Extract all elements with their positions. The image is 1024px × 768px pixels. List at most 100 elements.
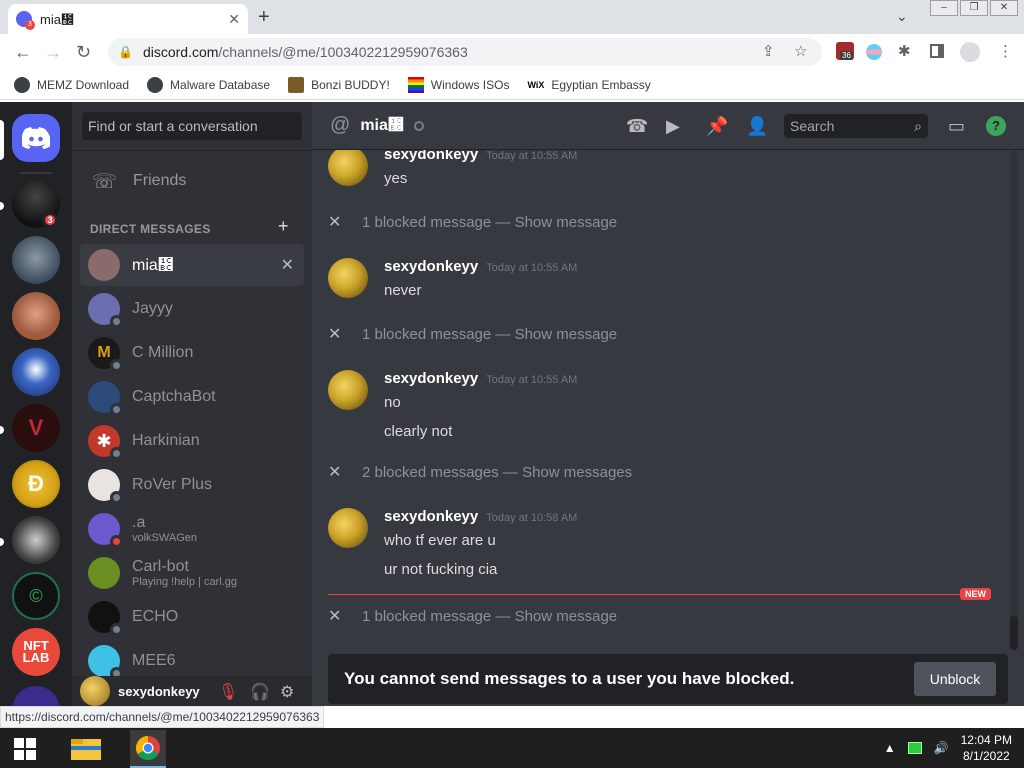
tab-close-icon[interactable]: ✕ [228, 11, 240, 28]
headphones-icon[interactable]: 🎧 [250, 682, 270, 702]
close-dm-icon[interactable]: ✕ [281, 255, 294, 275]
pride-extension-icon[interactable] [866, 44, 882, 60]
valorant-server-icon[interactable]: V [12, 404, 60, 452]
server-icon[interactable] [12, 236, 60, 284]
inbox-icon[interactable]: ▭ [948, 116, 965, 137]
bookmark-windows-isos[interactable]: Windows ISOs [407, 76, 510, 93]
discord-home-button[interactable] [12, 114, 60, 162]
author-avatar[interactable] [328, 150, 368, 186]
dm-item-jayyy[interactable]: Jayyy [80, 288, 304, 330]
dm-name: C Million [132, 344, 194, 361]
server-icon[interactable] [12, 516, 60, 564]
avatar: M [88, 337, 123, 372]
network-icon[interactable] [907, 742, 922, 754]
windows-start-icon[interactable] [14, 738, 36, 760]
extension-icon[interactable]: 36 [836, 42, 854, 60]
bookmark-memz[interactable]: MEMZ Download [14, 76, 129, 93]
bookmark-egyptian-embassy[interactable]: WiX Egyptian Embassy [527, 78, 650, 92]
status-bar-url: https://discord.com/channels/@me/1003402… [0, 706, 325, 728]
window-controls: – ❐ ✕ [930, 0, 1018, 16]
close-window-button[interactable]: ✕ [990, 0, 1018, 16]
browser-tab[interactable]: 3 mia᲼ ✕ [8, 4, 248, 34]
blocked-message-text[interactable]: 1 blocked message — Show message [362, 608, 617, 625]
chrome-taskbar-button[interactable] [130, 730, 166, 768]
new-tab-button[interactable]: + [258, 6, 270, 29]
dm-item-harkinian[interactable]: ✱ Harkinian [80, 420, 304, 462]
add-friend-icon[interactable]: 👤 [746, 116, 768, 137]
username: sexydonkeyy [118, 683, 200, 699]
share-icon[interactable]: ⇪ [762, 42, 775, 60]
server-icon[interactable] [12, 292, 60, 340]
unblock-button[interactable]: Unblock [914, 662, 996, 696]
blocked-message-row[interactable]: ✕ 1 blocked message — Show message [328, 606, 617, 626]
dm-sidebar: Find or start a conversation ☏ Friends D… [72, 102, 312, 706]
blocked-message-row[interactable]: ✕ 2 blocked messages — Show messages [328, 462, 632, 482]
author-avatar[interactable] [328, 508, 368, 548]
address-bar[interactable]: 🔒 discord.com/channels/@me/1003402212959… [108, 38, 822, 66]
dm-item-mia[interactable]: mia᲼ ✕ [80, 244, 304, 286]
tab-search-chevron-icon[interactable]: ⌄ [896, 8, 908, 25]
user-avatar[interactable] [80, 676, 110, 706]
profile-avatar-icon[interactable] [960, 42, 980, 62]
blocked-message-text[interactable]: 2 blocked messages — Show messages [362, 464, 632, 481]
blocked-message-row[interactable]: ✕ 1 blocked message — Show message [328, 324, 617, 344]
menu-kebab-icon[interactable]: ⋮ [998, 42, 1013, 60]
dm-item-echo[interactable]: ECHO [80, 596, 304, 638]
find-conversation-button[interactable]: Find or start a conversation [82, 112, 302, 140]
friends-nav-item[interactable]: ☏ Friends [80, 160, 304, 202]
search-input[interactable]: Search ⌕ [784, 114, 928, 138]
unread-pill [0, 202, 4, 210]
dm-item-captchabot[interactable]: CaptchaBot [80, 376, 304, 418]
dm-item-c-million[interactable]: M C Million [80, 332, 304, 374]
scrollbar-thumb[interactable] [1010, 616, 1018, 650]
nft-lab-server-icon[interactable]: NFT LAB [12, 628, 60, 676]
dm-item-carl-bot[interactable]: Carl-bot Playing !help | carl.gg [80, 552, 304, 594]
author-name[interactable]: sexydonkeyy [384, 508, 478, 525]
status-dnd-icon [110, 535, 123, 548]
server-icon[interactable] [12, 348, 60, 396]
timestamp: Today at 10:55 AM [486, 262, 578, 274]
blocked-message-row[interactable]: ✕ 1 blocked message — Show message [328, 212, 617, 232]
server-icon[interactable]: © [12, 572, 60, 620]
blocked-message-text[interactable]: 1 blocked message — Show message [362, 326, 617, 343]
restore-button[interactable]: ❐ [960, 0, 988, 16]
bookmark-star-icon[interactable]: ☆ [794, 42, 807, 60]
side-panel-icon[interactable] [930, 44, 944, 58]
video-call-icon[interactable]: ▶ [666, 116, 680, 137]
dogecoin-server-icon[interactable]: Ð [12, 460, 60, 508]
author-name[interactable]: sexydonkeyy [384, 258, 478, 275]
author-name[interactable]: sexydonkeyy [384, 150, 478, 163]
chrome-icon [135, 736, 160, 761]
reload-icon[interactable]: ↻ [76, 42, 91, 63]
mute-mic-icon[interactable]: 🎙 [218, 682, 238, 702]
dm-item-dot-a[interactable]: .a volkSWAGen [80, 508, 304, 550]
voice-call-icon[interactable]: ☎ [626, 116, 648, 137]
forward-arrow-icon[interactable]: → [44, 42, 62, 63]
close-icon: ✕ [328, 214, 342, 231]
minimize-button[interactable]: – [930, 0, 958, 16]
file-explorer-icon[interactable] [70, 736, 102, 762]
create-dm-plus-icon[interactable]: + [278, 216, 289, 237]
avatar: ✱ [88, 425, 123, 460]
scrollbar-track[interactable] [1010, 150, 1018, 650]
dm-name: mia᲼ [132, 256, 174, 274]
author-avatar[interactable] [328, 258, 368, 298]
lock-icon: 🔒 [118, 45, 133, 59]
bookmark-malware-db[interactable]: Malware Database [147, 76, 270, 93]
puzzle-extensions-icon[interactable]: ✱ [898, 42, 911, 60]
message-list: sexydonkeyy Today at 10:55 AM yes ✕ 1 bloc… [312, 150, 1012, 650]
bookmark-bonzi[interactable]: Bonzi BUDDY! [288, 76, 390, 93]
author-name[interactable]: sexydonkeyy [384, 370, 478, 387]
settings-gear-icon[interactable]: ⚙ [280, 682, 294, 702]
volume-icon[interactable]: 🔊 [934, 741, 949, 755]
clock[interactable]: 12:04 PM 8/1/2022 [961, 732, 1012, 764]
bookmark-label: Windows ISOs [430, 77, 510, 92]
pin-icon[interactable]: 📌 [706, 116, 728, 137]
back-arrow-icon[interactable]: ← [14, 42, 32, 63]
blocked-message-text[interactable]: 1 blocked message — Show message [362, 214, 617, 231]
help-icon[interactable]: ? [986, 116, 1006, 136]
tray-expand-icon[interactable]: ▲ [884, 741, 896, 755]
author-avatar[interactable] [328, 370, 368, 410]
message-text: no [384, 394, 401, 411]
dm-item-rover-plus[interactable]: RoVer Plus [80, 464, 304, 506]
